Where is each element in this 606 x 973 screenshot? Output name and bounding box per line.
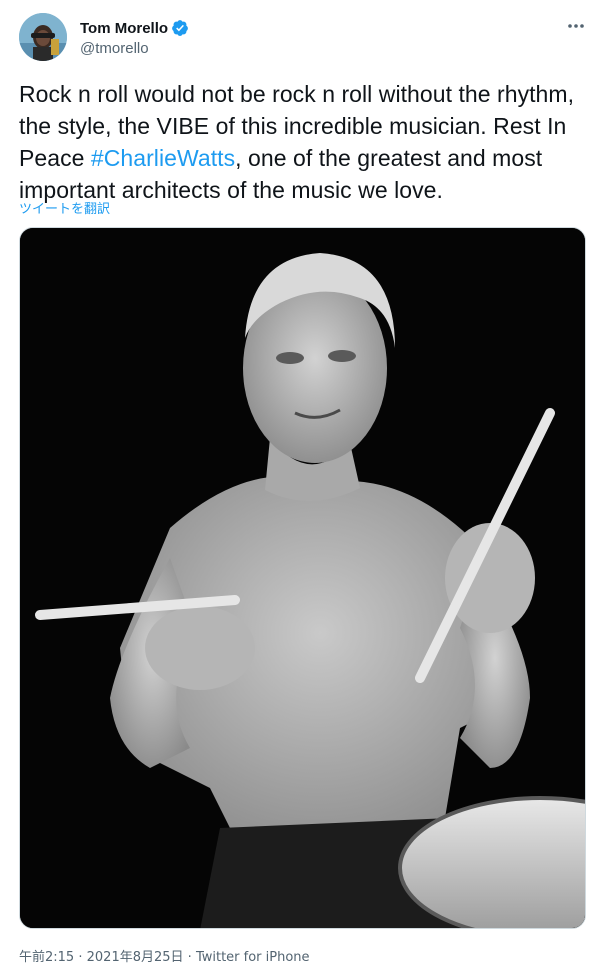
tweet-source[interactable]: Twitter for iPhone [196,950,310,965]
author-display-name[interactable]: Tom Morello [80,20,168,37]
tweet-photo[interactable] [19,227,586,929]
author-avatar[interactable] [19,13,67,61]
translate-tweet-link[interactable]: ツイートを翻訳 [19,198,110,217]
meta-separator-2: · [187,950,192,965]
hashtag-link[interactable]: #CharlieWatts [91,145,235,171]
verified-badge-icon [171,19,189,37]
tweet-time[interactable]: 午前2:15 [19,950,74,965]
drummer-photo [20,228,585,928]
more-horizontal-icon [568,24,584,28]
author-block: Tom Morello @tmorello [80,18,189,57]
name-row: Tom Morello [80,18,189,38]
tweet-date[interactable]: 2021年8月25日 [87,950,184,965]
avatar-image [19,13,67,61]
meta-separator: · [78,950,83,965]
tweet-meta: 午前2:15 · 2021年8月25日 · Twitter for iPhone [19,946,310,965]
tweet: Tom Morello @tmorello Rock n roll would … [0,0,606,973]
author-handle[interactable]: @tmorello [80,40,189,57]
more-options-button[interactable] [562,14,590,38]
tweet-text: Rock n roll would not be rock n roll wit… [19,78,594,206]
